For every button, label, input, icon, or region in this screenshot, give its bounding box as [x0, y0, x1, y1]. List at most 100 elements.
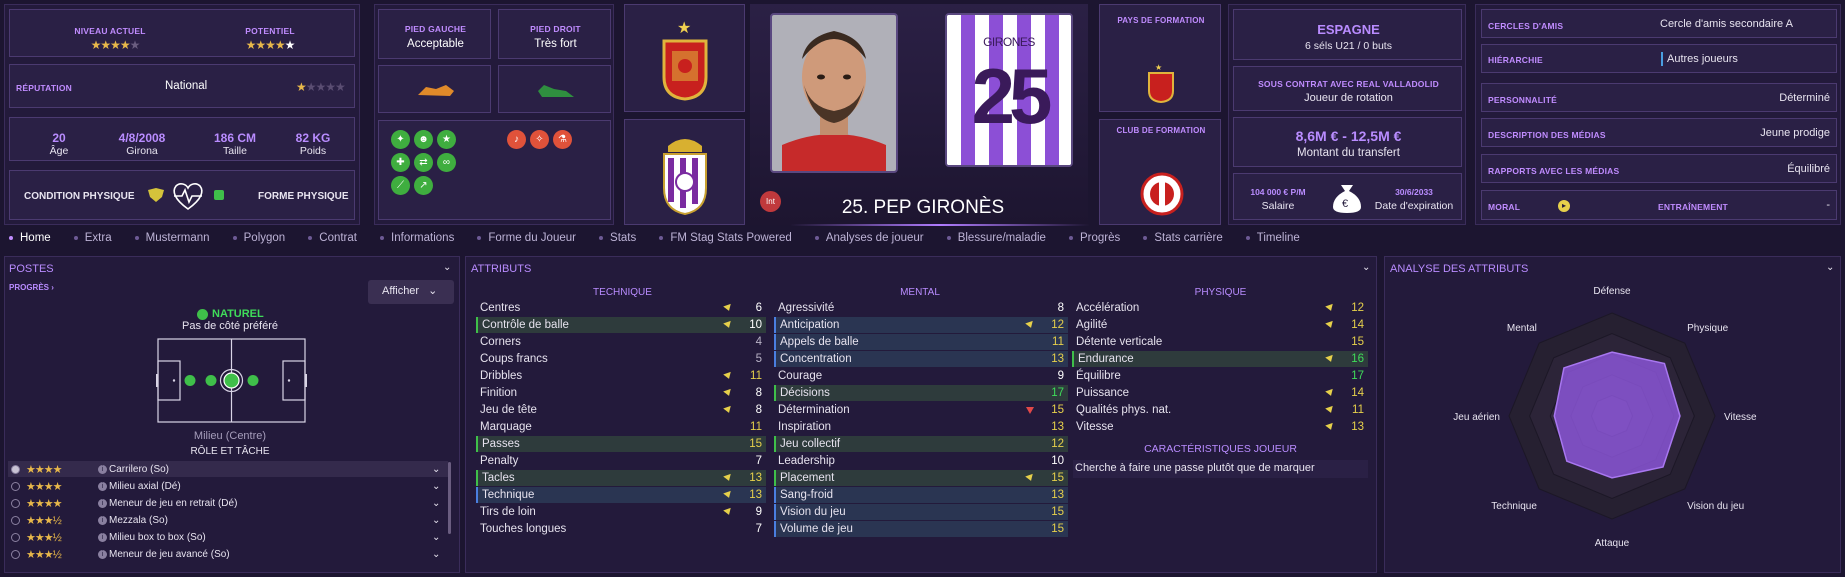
attribute-row[interactable]: Vision du jeu 15 [774, 504, 1068, 520]
role-row[interactable]: ★★★½ i Meneur de jeu avancé (So) ⌄ [8, 546, 448, 562]
info-icon[interactable]: i [98, 464, 107, 474]
info-icon[interactable]: i [98, 498, 107, 508]
attribute-row[interactable]: Sang-froid 13 [774, 487, 1068, 503]
attribute-row[interactable]: Touches longues 7 [476, 521, 766, 537]
attribute-row[interactable]: Accélération 12 [1072, 300, 1368, 316]
hierarchy-value[interactable]: Autres joueurs [1667, 53, 1738, 65]
attribute-row[interactable]: Courage 9 [774, 368, 1068, 384]
attribute-row[interactable]: Technique 13 [476, 487, 766, 503]
tab-progress[interactable]: Progrès [1068, 232, 1120, 244]
attribute-row[interactable]: Coups francs 5 [476, 351, 766, 367]
friends-value[interactable]: Cercle d'amis secondaire A [1660, 18, 1793, 30]
tab-timeline[interactable]: Timeline [1245, 232, 1300, 244]
attribute-row[interactable]: Jeu collectif 12 [774, 436, 1068, 452]
tab-analysis[interactable]: Analyses de joueur [814, 232, 924, 244]
tab-form[interactable]: Forme du Joueur [477, 232, 576, 244]
trait-icon[interactable]: ✧ [530, 130, 549, 149]
chevron-down-icon[interactable]: ⌄ [432, 532, 448, 543]
tab-contract[interactable]: Contrat [308, 232, 357, 244]
attribute-row[interactable]: Centres 6 [476, 300, 766, 316]
info-icon[interactable]: i [98, 481, 107, 491]
attribute-row[interactable]: Endurance 16 [1072, 351, 1368, 367]
role-radio-icon[interactable] [11, 464, 20, 474]
tab-stats[interactable]: Stats [599, 232, 636, 244]
whistle-icon[interactable]: ♪ [507, 130, 526, 149]
role-row[interactable]: ★★★½ i Milieu box to box (So) ⌄ [8, 529, 448, 545]
attribute-row[interactable]: Décisions 17 [774, 385, 1068, 401]
show-button[interactable]: Afficher ⌄ [368, 280, 454, 304]
attribute-row[interactable]: Corners 4 [476, 334, 766, 350]
chevron-down-icon[interactable]: ⌄ [432, 481, 448, 492]
personality-value[interactable]: Déterminé [1779, 92, 1830, 104]
attribute-row[interactable]: Volume de jeu 15 [774, 521, 1068, 537]
progress-link[interactable]: PROGRÈS › [9, 283, 54, 292]
tab-fm-stag[interactable]: FM Stag Stats Powered [659, 232, 792, 244]
attribute-row[interactable]: Concentration 13 [774, 351, 1068, 367]
tab-injury[interactable]: Blessure/maladie [946, 232, 1046, 244]
info-icon[interactable]: i [98, 532, 107, 542]
attribute-row[interactable]: Finition 8 [476, 385, 766, 401]
info-icon[interactable]: i [98, 515, 107, 525]
chevron-down-icon[interactable]: ⌄ [432, 549, 448, 560]
chevron-down-icon[interactable]: ⌄ [443, 262, 451, 273]
media-desc-value[interactable]: Jeune prodige [1760, 127, 1830, 139]
attribute-row[interactable]: Appels de balle 11 [774, 334, 1068, 350]
attribute-row[interactable]: Détermination 15 [774, 402, 1068, 418]
chevron-down-icon[interactable]: ⌄ [432, 464, 448, 475]
trait-icon[interactable]: ☻ [414, 130, 433, 149]
trait-icon[interactable]: ∞ [437, 153, 456, 172]
roles-scrollbar[interactable] [448, 462, 451, 534]
role-radio-icon[interactable] [11, 549, 20, 559]
morale-icon[interactable]: ▸ [1558, 200, 1570, 212]
flask-icon[interactable]: ⚗ [553, 130, 572, 149]
attribute-row[interactable]: Puissance 14 [1072, 385, 1368, 401]
trend-icon[interactable]: ↗ [414, 176, 433, 195]
role-radio-icon[interactable] [11, 515, 20, 525]
role-radio-icon[interactable] [11, 532, 20, 542]
tab-career-stats[interactable]: Stats carrière [1143, 232, 1223, 244]
attribute-row[interactable]: Dribbles 11 [476, 368, 766, 384]
trend-up-icon [1025, 320, 1035, 330]
tab-mustermann[interactable]: Mustermann [134, 232, 210, 244]
line-icon[interactable]: ⟋ [391, 176, 410, 195]
attribute-row[interactable]: Jeu de tête 8 [476, 402, 766, 418]
tab-information[interactable]: Informations [380, 232, 454, 244]
attribute-row[interactable]: Marquage 11 [476, 419, 766, 435]
role-row[interactable]: ★★★★ i Milieu axial (Dé) ⌄ [8, 478, 448, 494]
attribute-row[interactable]: Placement 15 [774, 470, 1068, 486]
attribute-row[interactable]: Tacles 13 [476, 470, 766, 486]
attribute-row[interactable]: Qualités phys. nat. 11 [1072, 402, 1368, 418]
attribute-row[interactable]: Anticipation 12 [774, 317, 1068, 333]
info-icon[interactable]: i [98, 549, 107, 559]
chevron-down-icon[interactable]: ⌄ [1362, 262, 1370, 273]
attribute-row[interactable]: Agressivité 8 [774, 300, 1068, 316]
media-rel-value[interactable]: Équilibré [1787, 163, 1830, 175]
attribute-row[interactable]: Penalty 7 [476, 453, 766, 469]
tab-home[interactable]: Home [9, 232, 51, 244]
trait-item[interactable]: Cherche à faire une passe plutôt que de … [1073, 460, 1368, 478]
attribute-row[interactable]: Détente verticale 15 [1072, 334, 1368, 350]
training-value[interactable]: - [1826, 199, 1830, 211]
trait-icon[interactable]: ✦ [391, 130, 410, 149]
chevron-down-icon[interactable]: ⌄ [432, 515, 448, 526]
attribute-row[interactable]: Inspiration 13 [774, 419, 1068, 435]
role-radio-icon[interactable] [11, 498, 20, 508]
attribute-row[interactable]: Leadership 10 [774, 453, 1068, 469]
chevron-down-icon[interactable]: ⌄ [432, 498, 448, 509]
chevron-down-icon[interactable]: ⌄ [1826, 262, 1834, 273]
attribute-row[interactable]: Passes 15 [476, 436, 766, 452]
tab-extra[interactable]: Extra [73, 232, 112, 244]
attribute-row[interactable]: Tirs de loin 9 [476, 504, 766, 520]
attribute-row[interactable]: Agilité 14 [1072, 317, 1368, 333]
role-row[interactable]: ★★★★ i Carrilero (So) ⌄ [8, 461, 448, 477]
attribute-row[interactable]: Équilibre 17 [1072, 368, 1368, 384]
attribute-row[interactable]: Vitesse 13 [1072, 419, 1368, 435]
tab-polygon[interactable]: Polygon [232, 232, 285, 244]
role-row[interactable]: ★★★½ i Mezzala (So) ⌄ [8, 512, 448, 528]
star-icon[interactable]: ★ [437, 130, 456, 149]
attribute-row[interactable]: Contrôle de balle 10 [476, 317, 766, 333]
trait-icon[interactable]: ✚ [391, 153, 410, 172]
role-radio-icon[interactable] [11, 481, 20, 491]
role-row[interactable]: ★★★★ i Meneur de jeu en retrait (Dé) ⌄ [8, 495, 448, 511]
arrows-icon[interactable]: ⇄ [414, 153, 433, 172]
